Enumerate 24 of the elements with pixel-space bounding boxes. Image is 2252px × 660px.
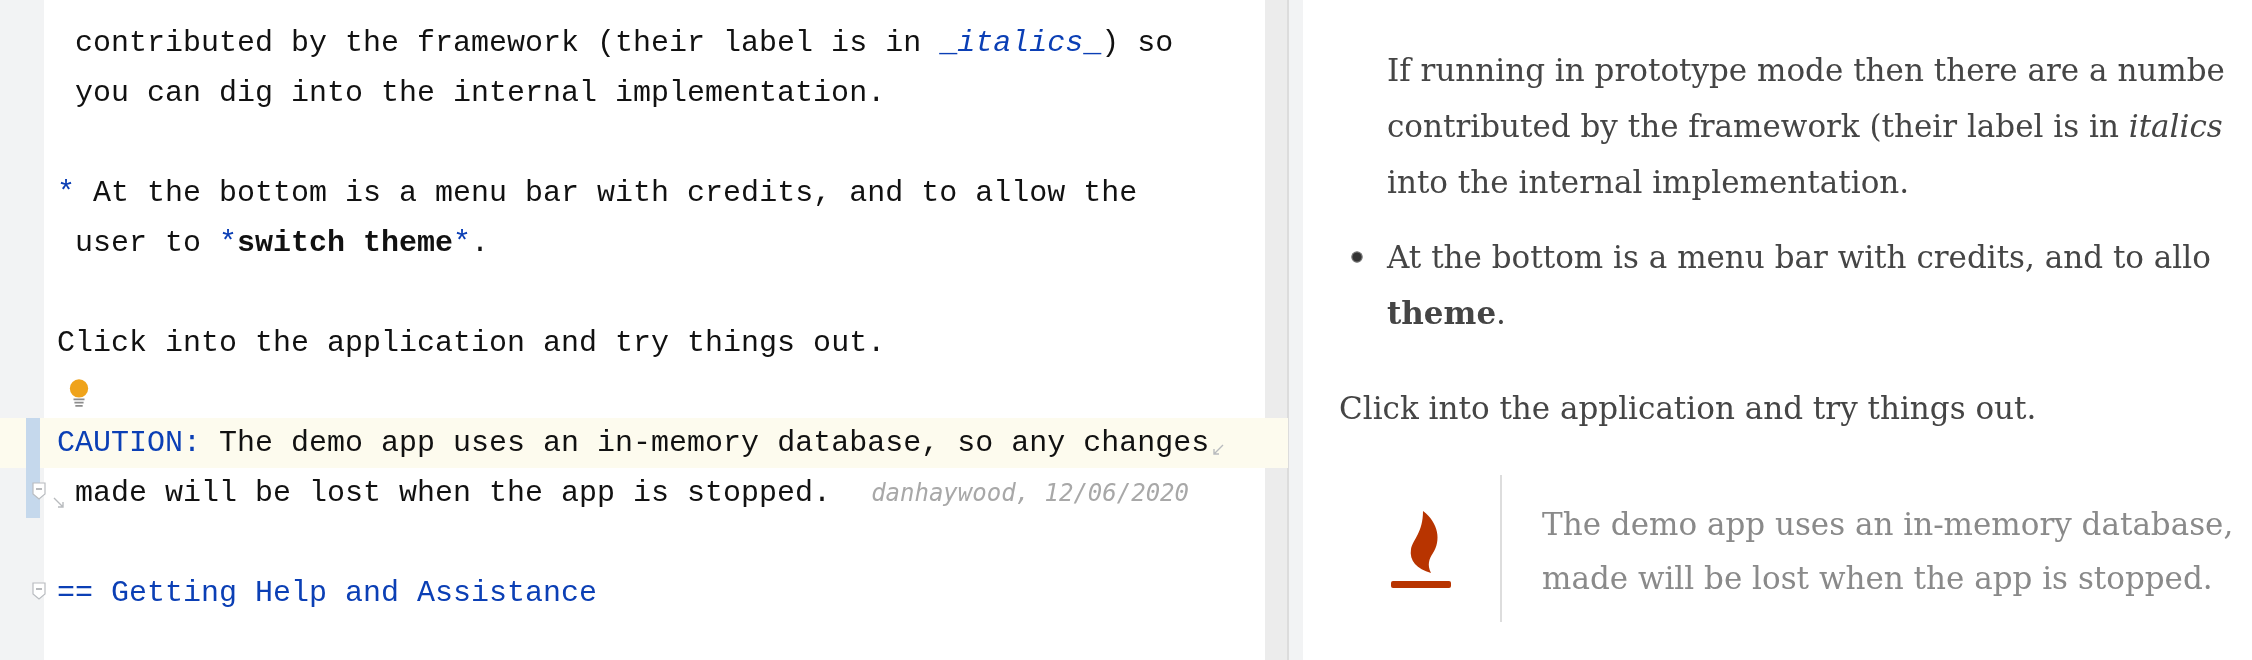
lightbulb-icon[interactable] bbox=[68, 378, 90, 408]
scrollbar-track[interactable] bbox=[1265, 0, 1287, 660]
admonition-line: made will be lost when the app is stopped. bbox=[1542, 559, 2214, 598]
code-line: * At the bottom is a menu bar with credits, and to allow the bbox=[56, 176, 1138, 210]
code-line: user to *switch theme*. bbox=[74, 226, 490, 260]
bullet-icon bbox=[1351, 251, 1363, 263]
flame-icon bbox=[1389, 508, 1453, 589]
admonition-line: The demo app uses an in-memory database, bbox=[1542, 505, 2234, 544]
code-line: == Getting Help and Assistance bbox=[56, 576, 598, 610]
pane-splitter[interactable] bbox=[1287, 0, 1303, 660]
fold-icon[interactable] bbox=[32, 482, 46, 500]
paragraph-line: into the internal implementation. bbox=[1387, 163, 1911, 202]
paragraph-line: contributed by the framework (their label is in italics bbox=[1387, 107, 2224, 146]
code-line: you can dig into the internal implementation. bbox=[74, 76, 886, 110]
fold-icon[interactable] bbox=[32, 582, 46, 600]
code-line: Click into the application and try things out. bbox=[56, 326, 886, 360]
list-item-line: theme. bbox=[1387, 294, 1507, 333]
list-item-line: At the bottom is a menu bar with credits, and to allo bbox=[1387, 238, 2211, 277]
code-line: CAUTION: The demo app uses an in-memory database, so any changes bbox=[56, 426, 1210, 460]
paragraph-text: Click into the application and try things out. bbox=[1339, 389, 2038, 428]
paragraph-line: If running in prototype mode then there are a numbe bbox=[1387, 51, 2226, 90]
code-line: contributed by the framework (their label is in _italics_) so bbox=[74, 26, 1174, 60]
code-line: made will be lost when the app is stopped. bbox=[74, 476, 832, 510]
blame-annotation: danhaywood, 12/06/2020 bbox=[871, 479, 1189, 507]
